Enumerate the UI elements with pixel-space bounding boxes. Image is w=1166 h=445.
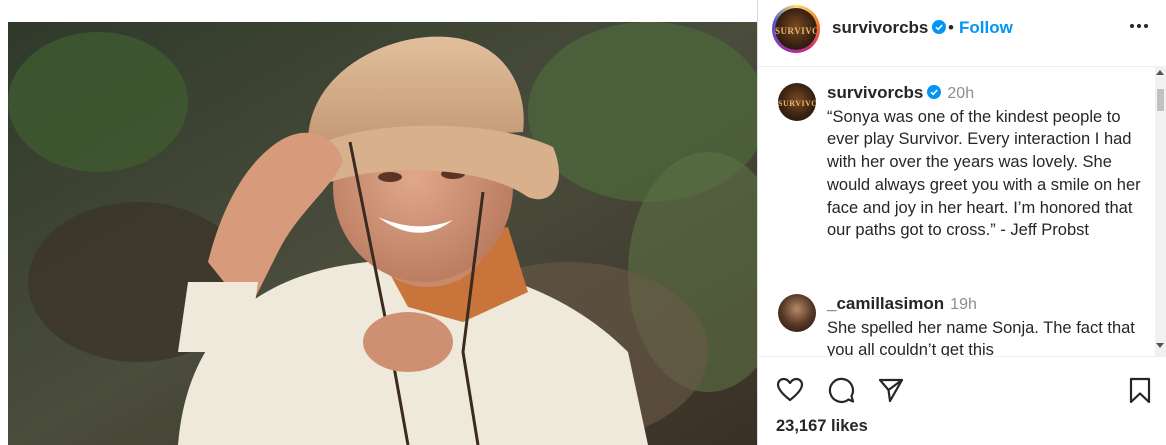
likes-count[interactable]: 23,167 likes [776,417,868,436]
caption-time[interactable]: 20h [947,85,974,102]
share-icon[interactable] [877,376,905,404]
post-side-panel: SURVIVOR survivorcbs • Follow SURVIVOR s… [758,0,1166,445]
avatar-logo-text: SURVIVOR [778,98,816,108]
verified-badge-icon [927,85,942,99]
separator-dot: • [948,18,954,37]
caption-avatar[interactable]: SURVIVOR [778,83,816,121]
caption-username[interactable]: survivorcbs [827,83,923,102]
scroll-up-arrow-icon[interactable] [1156,70,1164,75]
heart-icon[interactable] [776,376,804,404]
actions-divider [758,356,1166,357]
post-media-area [0,0,757,445]
author-avatar[interactable]: SURVIVOR [775,8,817,50]
comment-icon[interactable] [827,376,855,404]
caption: survivorcbs 20h “Sonya was one of the kin… [827,82,1145,242]
scroll-thumb[interactable] [1157,89,1164,111]
comment-text: She spelled her name Sonja. The fact tha… [827,318,1135,356]
comment-username[interactable]: _camillasimon [827,294,944,313]
comment-time[interactable]: 19h [950,296,977,313]
comment-avatar[interactable] [778,294,816,332]
post-photo[interactable] [8,22,757,445]
scroll-down-arrow-icon[interactable] [1156,343,1164,348]
bookmark-icon[interactable] [1126,376,1154,404]
comments-scrollbar[interactable] [1155,67,1166,356]
author-username[interactable]: survivorcbs [832,18,947,38]
comment: _camillasimon 19h She spelled her name So… [827,293,1145,356]
caption-text: “Sonya was one of the kindest people to … [827,107,1141,240]
more-options-icon[interactable] [1126,14,1152,38]
post-header: SURVIVOR survivorcbs • Follow [758,0,1166,67]
avatar-logo-text: SURVIVOR [775,25,817,36]
author-username-text[interactable]: survivorcbs [832,18,928,37]
follow-button[interactable]: Follow [959,18,1013,38]
verified-badge-icon [932,20,947,34]
comments-list[interactable]: SURVIVOR survivorcbs 20h “Sonya was one o… [758,67,1156,356]
